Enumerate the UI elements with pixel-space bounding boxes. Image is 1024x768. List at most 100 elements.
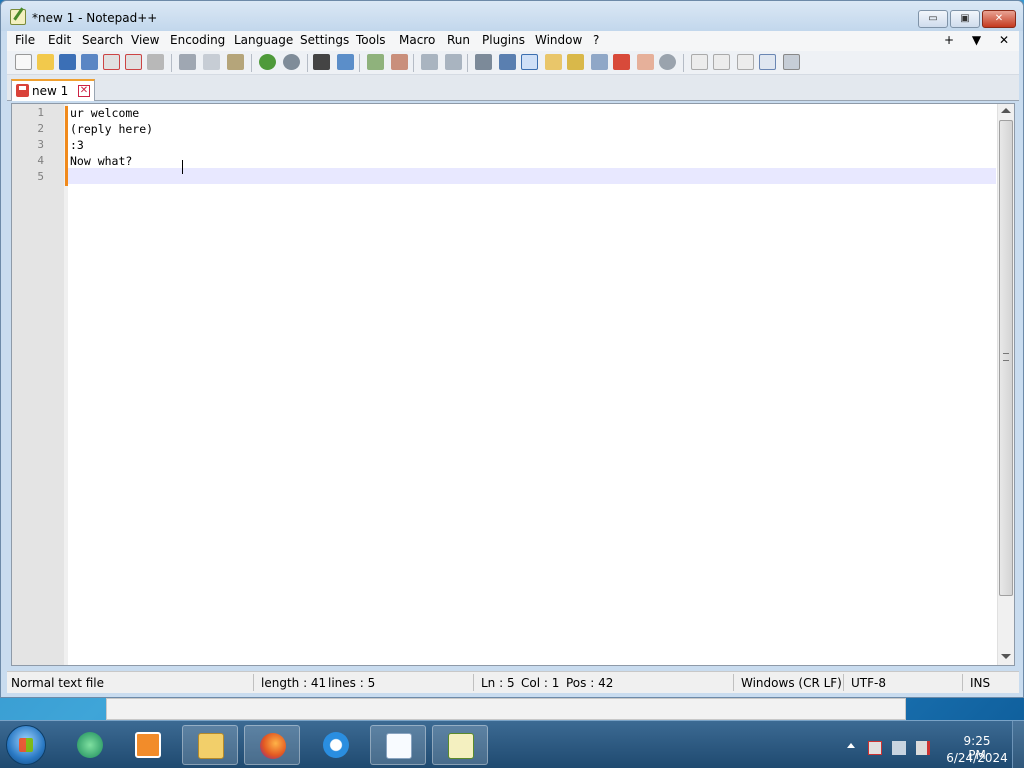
- firefox-icon: [260, 733, 286, 759]
- word-wrap-icon[interactable]: [475, 54, 492, 70]
- vertical-scrollbar[interactable]: [997, 104, 1014, 665]
- status-divider: [962, 674, 963, 691]
- status-insert-mode[interactable]: INS: [970, 676, 990, 690]
- zoom-in-icon[interactable]: [367, 54, 384, 70]
- fold-margin[interactable]: [64, 104, 68, 665]
- taskbar-app[interactable]: [244, 725, 300, 765]
- status-divider: [733, 674, 734, 691]
- menu-encoding[interactable]: Encoding: [170, 33, 225, 47]
- menu-settings[interactable]: Settings: [300, 33, 349, 47]
- new-file-icon[interactable]: [15, 54, 32, 70]
- print-icon[interactable]: [147, 54, 164, 70]
- menu-file[interactable]: File: [15, 33, 35, 47]
- maximize-button[interactable]: ▣: [950, 10, 980, 28]
- taskbar-app[interactable]: [62, 725, 118, 765]
- title-bar[interactable]: *new 1 - Notepad++ ▭ ▣ ✕: [1, 1, 1023, 31]
- taskbar-app[interactable]: [308, 725, 364, 765]
- function-list-icon[interactable]: [591, 54, 608, 70]
- play-macro-icon[interactable]: [737, 54, 754, 70]
- fold-all-icon[interactable]: [659, 54, 676, 70]
- menu-window[interactable]: Window: [535, 33, 582, 47]
- show-desktop-button[interactable]: [1012, 721, 1024, 768]
- open-file-icon[interactable]: [37, 54, 54, 70]
- start-button[interactable]: [6, 725, 46, 765]
- zoom-out-icon[interactable]: [391, 54, 408, 70]
- menu-run[interactable]: Run: [447, 33, 470, 47]
- windows-media-center-icon: [77, 732, 103, 758]
- copy-icon[interactable]: [203, 54, 220, 70]
- close-all-icon[interactable]: [125, 54, 142, 70]
- action-center-flag-icon[interactable]: [868, 741, 882, 755]
- volume-muted-icon[interactable]: [916, 741, 930, 755]
- taskbar-app[interactable]: [370, 725, 426, 765]
- clock-date[interactable]: 6/24/2024: [944, 751, 1010, 765]
- sync-vertical-icon[interactable]: [421, 54, 438, 70]
- menu-view[interactable]: View: [131, 33, 159, 47]
- paste-icon[interactable]: [227, 54, 244, 70]
- record-macro-icon[interactable]: [691, 54, 708, 70]
- sync-horizontal-icon[interactable]: [445, 54, 462, 70]
- menu-tools[interactable]: Tools: [356, 33, 386, 47]
- new-tab-plus-icon[interactable]: +: [944, 33, 954, 47]
- taskbar-app[interactable]: [120, 725, 176, 765]
- redo-icon[interactable]: [283, 54, 300, 70]
- toolbar-separator: [359, 54, 360, 72]
- scroll-up-arrow-icon[interactable]: [1001, 108, 1011, 113]
- user-language-icon[interactable]: [545, 54, 562, 70]
- replace-icon[interactable]: [337, 54, 354, 70]
- toolbar-separator: [171, 54, 172, 72]
- undo-icon[interactable]: [259, 54, 276, 70]
- minimize-button[interactable]: ▭: [918, 10, 948, 28]
- code-line[interactable]: ur welcome: [70, 106, 139, 120]
- status-column: Col : 1: [521, 676, 560, 690]
- status-eol-format[interactable]: Windows (CR LF): [741, 676, 842, 690]
- indent-guide-icon[interactable]: [521, 54, 538, 70]
- menu-search[interactable]: Search: [82, 33, 123, 47]
- folder-workspace-icon[interactable]: [613, 54, 630, 70]
- line-number: 1: [37, 106, 44, 119]
- save-icon[interactable]: [59, 54, 76, 70]
- stop-macro-icon[interactable]: [713, 54, 730, 70]
- scrollbar-thumb[interactable]: [999, 120, 1013, 596]
- tab-close-icon[interactable]: ✕: [78, 85, 90, 97]
- code-line[interactable]: Now what?: [70, 154, 132, 168]
- notepadpp-window: *new 1 - Notepad++ ▭ ▣ ✕ File Edit Searc…: [0, 0, 1024, 698]
- toolbar-separator: [307, 54, 308, 72]
- cut-icon[interactable]: [179, 54, 196, 70]
- code-line[interactable]: :3: [70, 138, 84, 152]
- toolbar: [7, 51, 1019, 75]
- taskbar: 9:25 PM 6/24/2024: [0, 720, 1024, 768]
- close-window-button[interactable]: ✕: [982, 10, 1016, 28]
- show-all-chars-icon[interactable]: [499, 54, 516, 70]
- menu-plugins[interactable]: Plugins: [482, 33, 525, 47]
- menu-macro[interactable]: Macro: [399, 33, 435, 47]
- background-window-strip: [106, 698, 906, 720]
- save-all-icon[interactable]: [81, 54, 98, 70]
- find-icon[interactable]: [313, 54, 330, 70]
- file-explorer-icon: [198, 733, 224, 759]
- show-hidden-icons-icon[interactable]: [847, 743, 855, 748]
- menu-edit[interactable]: Edit: [48, 33, 71, 47]
- status-encoding[interactable]: UTF-8: [851, 676, 886, 690]
- document-map-icon[interactable]: [567, 54, 584, 70]
- editor-area[interactable]: 1 2 3 4 5 ur welcome (reply here) :3 Now…: [11, 103, 1015, 666]
- notepad-plus-plus-icon: [448, 733, 474, 759]
- run-macro-multiple-icon[interactable]: [759, 54, 776, 70]
- close-icon[interactable]: [103, 54, 120, 70]
- tab-list-dropdown-icon[interactable]: ▼: [972, 33, 981, 47]
- menu-help[interactable]: ?: [593, 33, 599, 47]
- blank-document-icon: [386, 733, 412, 759]
- monitoring-icon[interactable]: [637, 54, 654, 70]
- scroll-down-arrow-icon[interactable]: [1001, 654, 1011, 659]
- code-line[interactable]: (reply here): [70, 122, 153, 136]
- close-document-icon[interactable]: ✕: [999, 33, 1009, 47]
- toolbar-separator: [413, 54, 414, 72]
- tab-new-1[interactable]: new 1 ✕: [11, 79, 95, 101]
- menu-language[interactable]: Language: [234, 33, 293, 47]
- save-macro-icon[interactable]: [783, 54, 800, 70]
- taskbar-app[interactable]: [432, 725, 488, 765]
- network-icon[interactable]: [892, 741, 906, 755]
- taskbar-app[interactable]: [182, 725, 238, 765]
- notepadpp-app-icon[interactable]: [10, 9, 26, 25]
- status-divider: [843, 674, 844, 691]
